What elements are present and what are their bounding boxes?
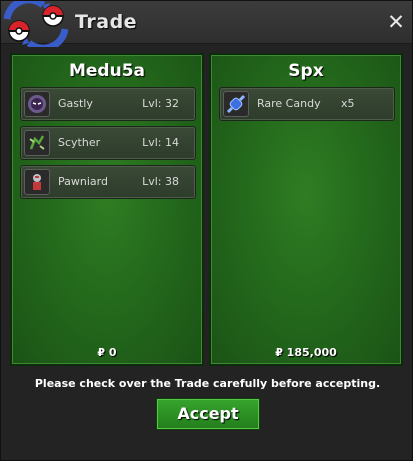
offer-item-scyther[interactable]: Scyther Lvl: 14 [20,126,196,160]
money-offer-right: ₽ 185,000 [275,346,337,359]
offer-list-left: Gastly Lvl: 32 Scyther Lvl: 14 Pawniard … [20,87,196,204]
close-icon[interactable]: ✕ [386,12,406,33]
item-name: Gastly [58,97,93,110]
pokeball-trade-logo-icon [3,1,69,47]
item-name: Pawniard [58,175,108,188]
offer-item-gastly[interactable]: Gastly Lvl: 32 [20,87,196,121]
player-name-left: Medu5a [68,61,146,81]
rare-candy-icon [223,91,249,117]
money-offer-left: ₽ 0 [97,346,117,359]
item-name: Scyther [58,136,101,149]
item-level: Lvl: 38 [142,175,179,188]
player-name-right: Spx [288,61,324,81]
gastly-sprite-icon [24,91,50,117]
offer-item-pawniard[interactable]: Pawniard Lvl: 38 [20,165,196,199]
item-level: Lvl: 32 [142,97,179,110]
pawniard-sprite-icon [24,169,50,195]
item-name: Rare Candy [257,97,321,110]
scyther-sprite-icon [24,130,50,156]
trade-window: Trade ✕ Medu5a Gastly Lvl: 32 Scyther Lv… [0,0,413,461]
my-offer-panel: Medu5a Gastly Lvl: 32 Scyther Lvl: 14 Pa… [10,53,204,366]
trade-notice: Please check over the Trade carefully be… [34,377,381,390]
offer-list-right: Rare Candy x5 [219,87,395,126]
item-level: Lvl: 14 [142,136,179,149]
title-bar[interactable]: Trade ✕ [1,1,412,47]
accept-button[interactable]: Accept [156,398,260,430]
window-title: Trade [75,11,138,33]
offer-item-rare-candy[interactable]: Rare Candy x5 [219,87,395,121]
their-offer-panel: Spx Rare Candy x5 ₽ 185,000 [209,53,403,366]
item-quantity: x5 [341,97,355,110]
